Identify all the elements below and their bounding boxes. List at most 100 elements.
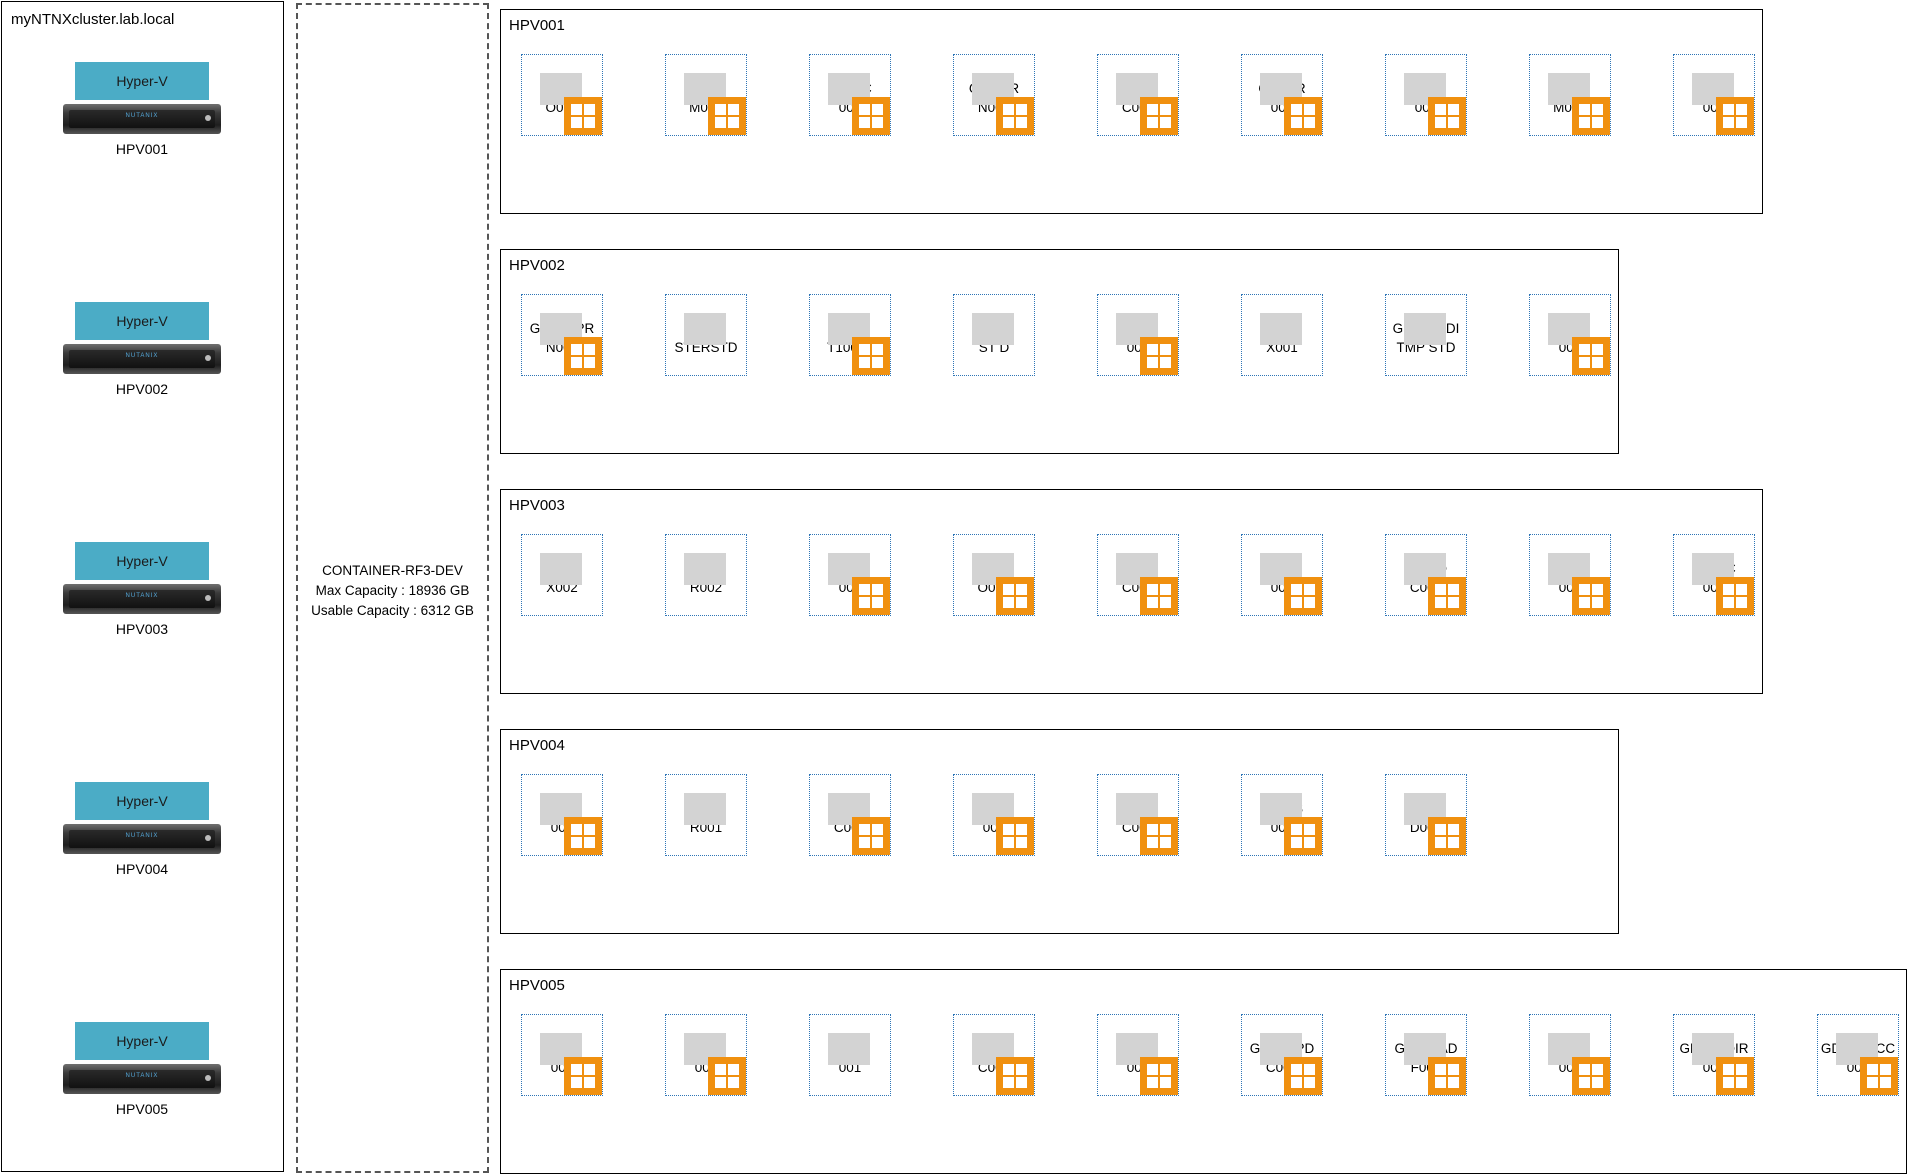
vm-tile[interactable]: GD RC001 (1097, 534, 1179, 616)
vm-tile[interactable]: G DIT10001 (809, 294, 891, 376)
server-icon: NUTANIX (63, 344, 221, 374)
server-icon: NUTANIX (63, 104, 221, 134)
host-title: HPV004 (509, 737, 565, 754)
redaction-block (1260, 313, 1302, 345)
vm-tile[interactable]: G X001 (809, 1014, 891, 1096)
host-title: HPV001 (509, 17, 565, 34)
windows-icon (852, 817, 890, 855)
vm-tile[interactable]: G VPX002 (521, 534, 603, 616)
node-label: HPV001 (115, 141, 169, 157)
windows-icon (852, 577, 890, 615)
vm-tile[interactable]: GD CC001 (1673, 534, 1755, 616)
redaction-block (828, 1033, 870, 1065)
server-icon: NUTANIX (63, 1064, 221, 1094)
cluster-node: Hyper-V NUTANIX HPV002 (63, 302, 221, 397)
vm-tile[interactable]: G OR001 (665, 774, 747, 856)
vm-tile[interactable]: GDS00VDITMP STD (1385, 294, 1467, 376)
server-brand: NUTANIX (125, 353, 159, 359)
host-panel: HPV001 G SCO002 GD MM001 GD CC002 GD LPRN002… (500, 9, 1763, 214)
windows-icon (708, 97, 746, 135)
windows-icon (564, 817, 602, 855)
vm-tile[interactable]: GDSA1PRN001 (521, 294, 603, 376)
hyperv-badge-label: Hyper-V (116, 553, 168, 569)
windows-icon (1428, 1057, 1466, 1095)
windows-icon (708, 1057, 746, 1095)
windows-icon (564, 1057, 602, 1095)
vm-tile[interactable]: GDS00ADF001 (1385, 1014, 1467, 1096)
vm-tile[interactable]: G ASTERSTD (665, 294, 747, 376)
vm-tile[interactable]: GD DIR001 (1241, 54, 1323, 136)
vm-tile[interactable]: GD IAST D (953, 294, 1035, 376)
vm-tile[interactable]: GD C001 (521, 774, 603, 856)
vm-tile[interactable]: G SS001 (1385, 54, 1467, 136)
windows-icon (852, 337, 890, 375)
host-title: HPV002 (509, 257, 565, 274)
vm-tile[interactable]: G VPX001 (1241, 294, 1323, 376)
windows-icon (1860, 1057, 1898, 1095)
windows-icon (1140, 337, 1178, 375)
vm-tile[interactable]: G S003 (521, 1014, 603, 1096)
vm-tile[interactable]: G CC002 (1241, 534, 1323, 616)
windows-icon (1428, 577, 1466, 615)
windows-icon (996, 817, 1034, 855)
container-max-capacity: Max Capacity : 18936 GB (315, 583, 470, 598)
windows-icon (1284, 97, 1322, 135)
vm-tile[interactable]: G F001 (809, 534, 891, 616)
vm-tile[interactable]: G S002 (1529, 294, 1611, 376)
windows-icon (564, 97, 602, 135)
node-label: HPV005 (115, 1101, 169, 1117)
windows-icon (1140, 1057, 1178, 1095)
vm-tile[interactable]: GDSA1DIR002 (1673, 1014, 1755, 1096)
vm-tile[interactable]: G DD001 (1385, 774, 1467, 856)
vm-tile[interactable]: G SCO001 (953, 534, 1035, 616)
windows-icon (1140, 577, 1178, 615)
container-info: CONTAINER-RF3-DEV Max Capacity : 18936 G… (298, 561, 487, 621)
server-brand: NUTANIX (125, 1073, 159, 1079)
vm-tile[interactable]: GD I001 (665, 1014, 747, 1096)
server-icon: NUTANIX (63, 584, 221, 614)
vm-tile[interactable]: GD LPRN002 (953, 54, 1035, 136)
vm-tile[interactable]: G RC003 (953, 1014, 1035, 1096)
windows-icon (1428, 817, 1466, 855)
vm-tile[interactable]: GD DC001 (1097, 774, 1179, 856)
windows-icon (1716, 577, 1754, 615)
windows-icon (1284, 817, 1322, 855)
vm-tile[interactable]: G DRC002 (809, 774, 891, 856)
host-panel: HPV003 G VPX002 G OR002 G F001 G SCO001 GD RC… (500, 489, 1763, 694)
redaction-block (684, 553, 726, 585)
hyperv-badge: Hyper-V (75, 302, 209, 340)
vm-tile[interactable]: GD VS001 (1241, 774, 1323, 856)
windows-icon (1572, 337, 1610, 375)
hyperv-badge-label: Hyper-V (116, 1033, 168, 1049)
vm-tile[interactable]: GDSA1SCC004 (1817, 1014, 1899, 1096)
windows-icon (996, 97, 1034, 135)
vm-tile[interactable]: GD MM001 (665, 54, 747, 136)
vm-tile[interactable]: G LY001 (1097, 294, 1179, 376)
vm-tile[interactable]: G SCO002 (521, 54, 603, 136)
windows-icon (1284, 577, 1322, 615)
vm-tile[interactable]: GDSA1PDC002 (1241, 1014, 1323, 1096)
storage-container-panel: CONTAINER-RF3-DEV Max Capacity : 18936 G… (296, 3, 489, 1173)
vm-tile[interactable]: G LY002 (1529, 534, 1611, 616)
cluster-node: Hyper-V NUTANIX HPV001 (63, 62, 221, 157)
vm-tile[interactable]: G TF002 (953, 774, 1035, 856)
vm-tile[interactable]: G Y001 (1529, 1014, 1611, 1096)
vm-tile[interactable]: GD C001 (1097, 1014, 1179, 1096)
host-panel: HPV002 GDSA1PRN001 G ASTERSTD G DIT10001 GD … (500, 249, 1619, 454)
vm-tile[interactable]: GD CC002 (809, 54, 891, 136)
redaction-block (684, 313, 726, 345)
vm-tile[interactable]: G OR002 (665, 534, 747, 616)
hyperv-badge: Hyper-V (75, 62, 209, 100)
vm-tile[interactable]: G DDC001 (1097, 54, 1179, 136)
node-label: HPV002 (115, 381, 169, 397)
vm-tile[interactable]: G S002 (1673, 54, 1755, 136)
vm-tile[interactable]: G ADM001 (1529, 54, 1611, 136)
server-icon: NUTANIX (63, 824, 221, 854)
server-brand: NUTANIX (125, 833, 159, 839)
windows-icon (852, 97, 890, 135)
cluster-node: Hyper-V NUTANIX HPV005 (63, 1022, 221, 1117)
windows-icon (1716, 1057, 1754, 1095)
windows-icon (1572, 1057, 1610, 1095)
hyperv-badge-label: Hyper-V (116, 793, 168, 809)
vm-tile[interactable]: GD ADC002 (1385, 534, 1467, 616)
